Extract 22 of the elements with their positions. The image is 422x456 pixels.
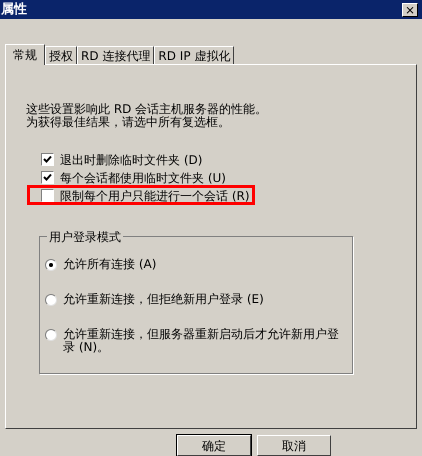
- tab[interactable]: RD IP 虚拟化: [154, 46, 234, 64]
- tab[interactable]: 授权: [45, 46, 77, 64]
- radio-label: 允许重新连接，但拒绝新用户登录 (E): [63, 292, 265, 306]
- description-text: 这些设置影响此 RD 会话主机服务器的性能。: [26, 102, 268, 116]
- radio-button[interactable]: [45, 328, 57, 341]
- radio-label: 允许重新连接，但服务器重新启动后才允许新用户登录 (N)。: [63, 328, 340, 354]
- tab[interactable]: 常规: [5, 44, 45, 65]
- window-title: 属性: [1, 0, 27, 19]
- radio-label: 允许所有连接 (A): [63, 258, 158, 271]
- radio-button[interactable]: [45, 258, 57, 271]
- checkbox-label: 限制每个用户只能进行一个会话 (R): [60, 188, 250, 205]
- description-text: 为获得最佳结果，请选中所有复选框。: [26, 116, 230, 129]
- checkbox-label: 每个会话都使用临时文件夹 (U): [60, 170, 226, 187]
- dialog-button[interactable]: 确定: [177, 435, 251, 456]
- dialog-button[interactable]: 取消: [257, 435, 331, 456]
- checkbox[interactable]: [41, 153, 54, 166]
- tab[interactable]: RD 连接代理: [77, 46, 154, 64]
- radio-button[interactable]: [45, 294, 57, 306]
- close-button[interactable]: ×: [402, 2, 418, 16]
- checkbox[interactable]: [41, 171, 54, 184]
- checkbox-label: 退出时删除临时文件夹 (D): [60, 152, 202, 169]
- checkbox[interactable]: [41, 189, 54, 202]
